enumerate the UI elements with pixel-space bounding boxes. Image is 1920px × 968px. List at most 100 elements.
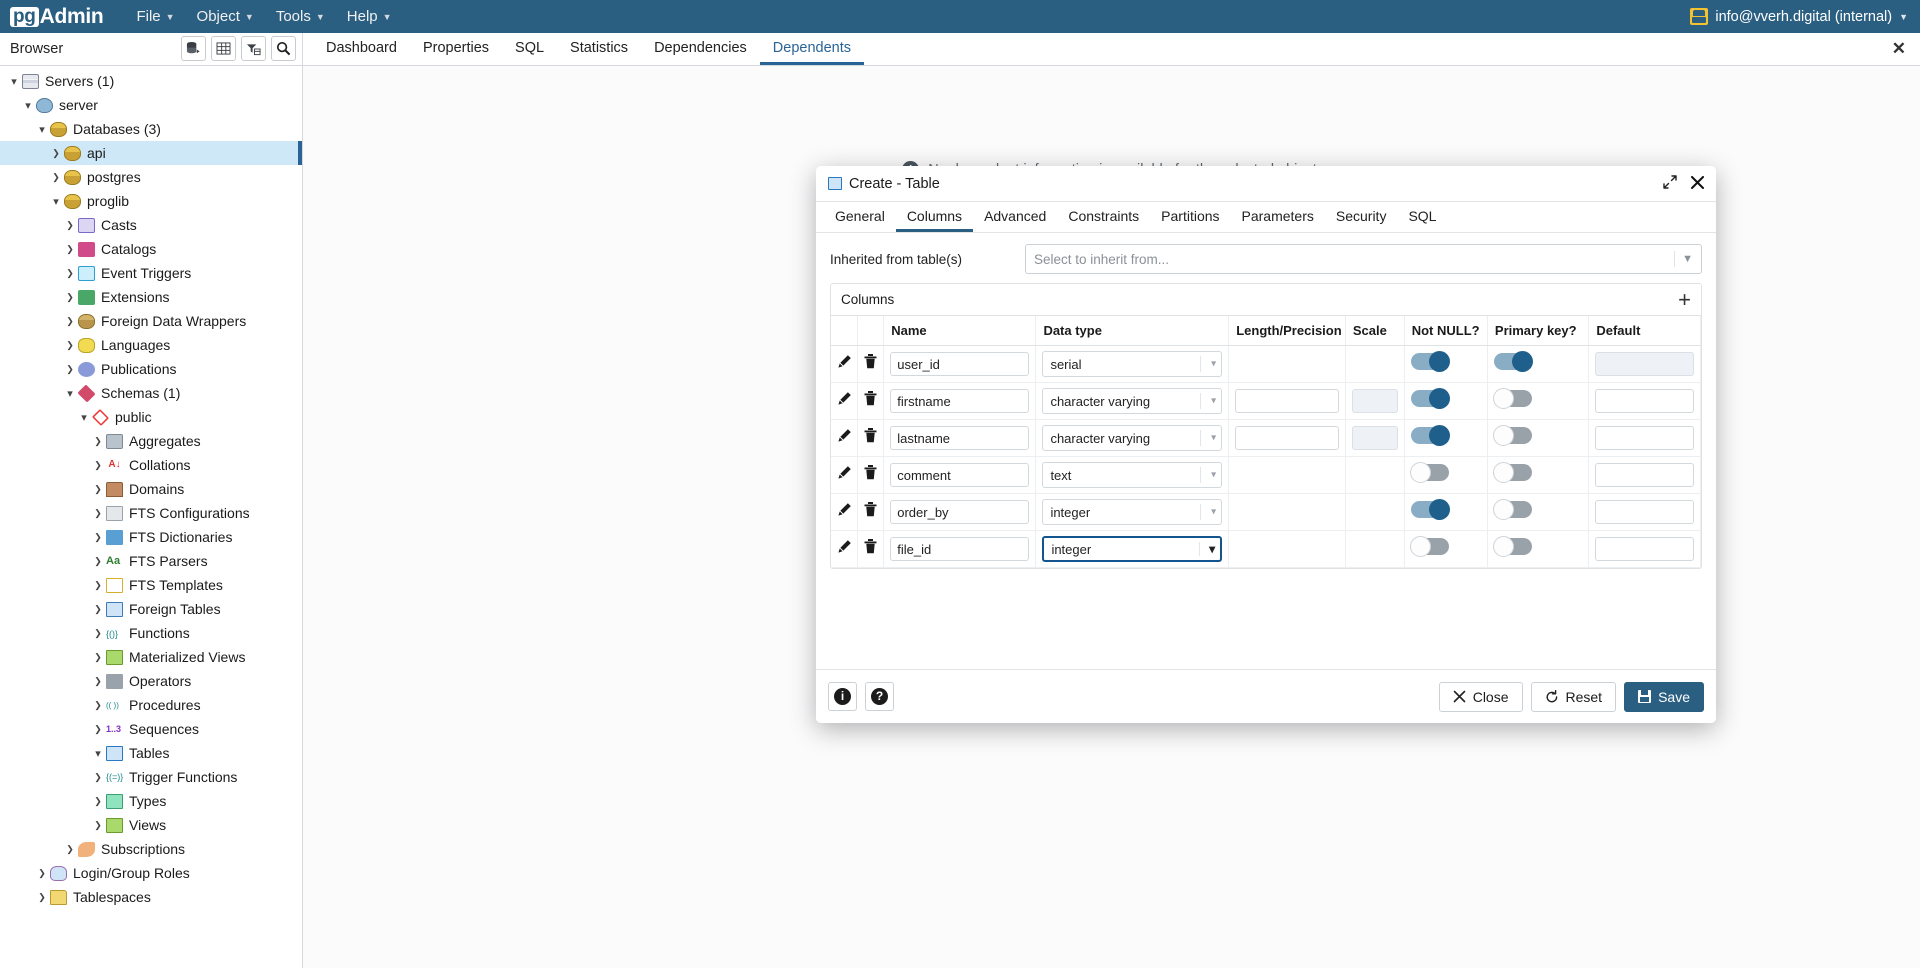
column-datatype-select[interactable]: text ▾ — [1042, 462, 1223, 488]
tab-dependents[interactable]: Dependents — [759, 33, 864, 65]
column-default-input[interactable] — [1595, 463, 1694, 487]
tab-dashboard[interactable]: Dashboard — [313, 33, 410, 65]
pencil-icon[interactable] — [837, 539, 852, 559]
dialog-tab-sql[interactable]: SQL — [1397, 202, 1447, 232]
tree-item-databases-3[interactable]: Databases (3) — [0, 117, 302, 141]
chevron-right-icon[interactable] — [90, 651, 106, 663]
inherited-from-select[interactable]: Select to inherit from... ▼ — [1025, 244, 1702, 274]
tree-item-functions[interactable]: Functions — [0, 621, 302, 645]
chevron-right-icon[interactable] — [62, 315, 78, 327]
menu-object[interactable]: Object ▼ — [186, 4, 265, 29]
chevron-right-icon[interactable] — [62, 339, 78, 351]
chevron-right-icon[interactable] — [62, 843, 78, 855]
column-datatype-select[interactable]: character varying ▾ — [1042, 388, 1223, 414]
tree-item-procedures[interactable]: Procedures — [0, 693, 302, 717]
tab-dependencies[interactable]: Dependencies — [641, 33, 760, 65]
primary-key-toggle[interactable] — [1493, 351, 1533, 372]
dialog-tab-parameters[interactable]: Parameters — [1231, 202, 1325, 232]
column-name-input[interactable] — [890, 537, 1030, 561]
help-button[interactable]: ? — [865, 682, 894, 711]
menu-tools[interactable]: Tools ▼ — [265, 4, 336, 29]
trash-icon[interactable] — [864, 391, 877, 411]
chevron-right-icon[interactable] — [62, 243, 78, 255]
tree-item-fts-configurations[interactable]: FTS Configurations — [0, 501, 302, 525]
menu-help[interactable]: Help ▼ — [336, 4, 403, 29]
chevron-right-icon[interactable] — [48, 147, 64, 159]
dialog-tab-partitions[interactable]: Partitions — [1150, 202, 1230, 232]
chevron-right-icon[interactable] — [90, 627, 106, 639]
chevron-right-icon[interactable] — [90, 507, 106, 519]
column-name-input[interactable] — [890, 389, 1030, 413]
column-default-input[interactable] — [1595, 426, 1694, 450]
tree-item-catalogs[interactable]: Catalogs — [0, 237, 302, 261]
close-button[interactable]: Close — [1438, 681, 1523, 712]
close-icon[interactable] — [1691, 175, 1704, 192]
pencil-icon[interactable] — [837, 354, 852, 374]
chevron-right-icon[interactable] — [62, 363, 78, 375]
chevron-right-icon[interactable] — [90, 675, 106, 687]
chevron-right-icon[interactable] — [34, 891, 50, 903]
tab-properties[interactable]: Properties — [410, 33, 502, 65]
chevron-right-icon[interactable] — [90, 795, 106, 807]
tree-item-tablespaces[interactable]: Tablespaces — [0, 885, 302, 909]
tree-item-publications[interactable]: Publications — [0, 357, 302, 381]
column-datatype-select[interactable]: serial ▾ — [1042, 351, 1223, 377]
tree-item-domains[interactable]: Domains — [0, 477, 302, 501]
tree-item-fts-templates[interactable]: FTS Templates — [0, 573, 302, 597]
tree-item-event-triggers[interactable]: Event Triggers — [0, 261, 302, 285]
not-null-toggle[interactable] — [1410, 388, 1450, 409]
search-icon[interactable] — [271, 36, 296, 61]
tree-item-materialized-views[interactable]: Materialized Views — [0, 645, 302, 669]
chevron-down-icon[interactable] — [34, 123, 50, 136]
chevron-down-icon[interactable] — [20, 99, 36, 112]
reset-button[interactable]: Reset — [1530, 681, 1617, 712]
object-explorer-icon[interactable] — [181, 36, 206, 61]
chevron-right-icon[interactable] — [62, 219, 78, 231]
grid-icon[interactable] — [211, 36, 236, 61]
chevron-right-icon[interactable] — [90, 531, 106, 543]
pencil-icon[interactable] — [837, 465, 852, 485]
filter-icon[interactable] — [241, 36, 266, 61]
info-button[interactable]: i — [828, 682, 857, 711]
dialog-tab-columns[interactable]: Columns — [895, 202, 974, 232]
chevron-right-icon[interactable] — [90, 435, 106, 447]
dialog-tab-general[interactable]: General — [824, 202, 896, 232]
tree-item-servers-1[interactable]: Servers (1) — [0, 69, 302, 93]
column-name-input[interactable] — [890, 426, 1030, 450]
trash-icon[interactable] — [864, 539, 877, 559]
chevron-right-icon[interactable] — [90, 699, 106, 711]
tree-item-tables[interactable]: Tables — [0, 741, 302, 765]
chevron-right-icon[interactable] — [90, 555, 106, 567]
chevron-right-icon[interactable] — [90, 603, 106, 615]
tree-item-postgres[interactable]: postgres — [0, 165, 302, 189]
trash-icon[interactable] — [864, 354, 877, 374]
menu-file[interactable]: File ▼ — [125, 4, 185, 29]
chevron-right-icon[interactable] — [90, 723, 106, 735]
tree-item-languages[interactable]: Languages — [0, 333, 302, 357]
chevron-right-icon[interactable] — [90, 771, 106, 783]
column-datatype-select[interactable]: character varying ▾ — [1042, 425, 1223, 451]
column-default-input[interactable] — [1595, 500, 1694, 524]
column-length-input[interactable] — [1235, 389, 1339, 413]
primary-key-toggle[interactable] — [1492, 499, 1532, 520]
primary-key-toggle[interactable] — [1492, 388, 1532, 409]
trash-icon[interactable] — [864, 502, 877, 522]
add-column-button[interactable]: + — [1678, 288, 1691, 310]
tree-item-login-group-roles[interactable]: Login/Group Roles — [0, 861, 302, 885]
tree-item-public[interactable]: public — [0, 405, 302, 429]
tree-item-api[interactable]: api — [0, 141, 302, 165]
chevron-right-icon[interactable] — [48, 171, 64, 183]
chevron-down-icon[interactable] — [6, 75, 22, 88]
tree-item-foreign-data-wrappers[interactable]: Foreign Data Wrappers — [0, 309, 302, 333]
chevron-down-icon[interactable] — [76, 411, 92, 424]
tree-item-trigger-functions[interactable]: Trigger Functions — [0, 765, 302, 789]
not-null-toggle[interactable] — [1409, 462, 1449, 483]
tree-item-casts[interactable]: Casts — [0, 213, 302, 237]
column-default-input[interactable] — [1595, 389, 1694, 413]
tree-item-subscriptions[interactable]: Subscriptions — [0, 837, 302, 861]
column-datatype-select[interactable]: integer ▾ — [1042, 499, 1223, 525]
column-length-input[interactable] — [1235, 426, 1339, 450]
pencil-icon[interactable] — [837, 428, 852, 448]
trash-icon[interactable] — [864, 465, 877, 485]
chevron-down-icon[interactable] — [90, 747, 106, 760]
